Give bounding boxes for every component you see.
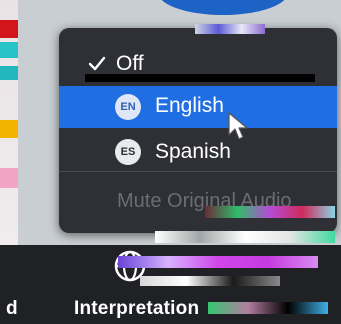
background-color-block <box>0 120 18 138</box>
mouse-cursor-icon <box>228 112 248 140</box>
language-badge-en: EN <box>115 94 141 120</box>
language-badge-es: ES <box>115 139 141 165</box>
background-color-block <box>0 42 18 58</box>
glitch-artifact <box>155 231 335 243</box>
background-color-block <box>0 66 18 80</box>
menu-item-english[interactable]: EN English <box>59 86 337 128</box>
glitch-artifact <box>205 206 335 218</box>
glitch-artifact <box>208 302 328 314</box>
background-color-block <box>0 168 18 188</box>
interpretation-button-label[interactable]: Interpretation <box>74 298 199 320</box>
glitch-artifact <box>195 24 265 34</box>
glitch-artifact <box>140 276 280 286</box>
menu-item-mute-original-audio[interactable]: Mute Original Audio <box>59 184 337 224</box>
menu-divider <box>59 171 337 172</box>
menu-item-label: Spanish <box>155 140 231 163</box>
menu-item-spanish[interactable]: ES Spanish <box>59 132 337 172</box>
glitch-artifact <box>85 74 315 82</box>
check-icon <box>88 56 106 71</box>
interpretation-menu: Off EN English ES Spanish Mute Original … <box>59 28 337 233</box>
glitch-artifact <box>118 256 318 268</box>
background-color-block <box>0 20 18 38</box>
toolbar-partial-label: d <box>6 298 18 319</box>
menu-item-label: Off <box>116 52 144 75</box>
menu-item-label: English <box>155 94 224 117</box>
background-app-shape <box>158 0 288 15</box>
